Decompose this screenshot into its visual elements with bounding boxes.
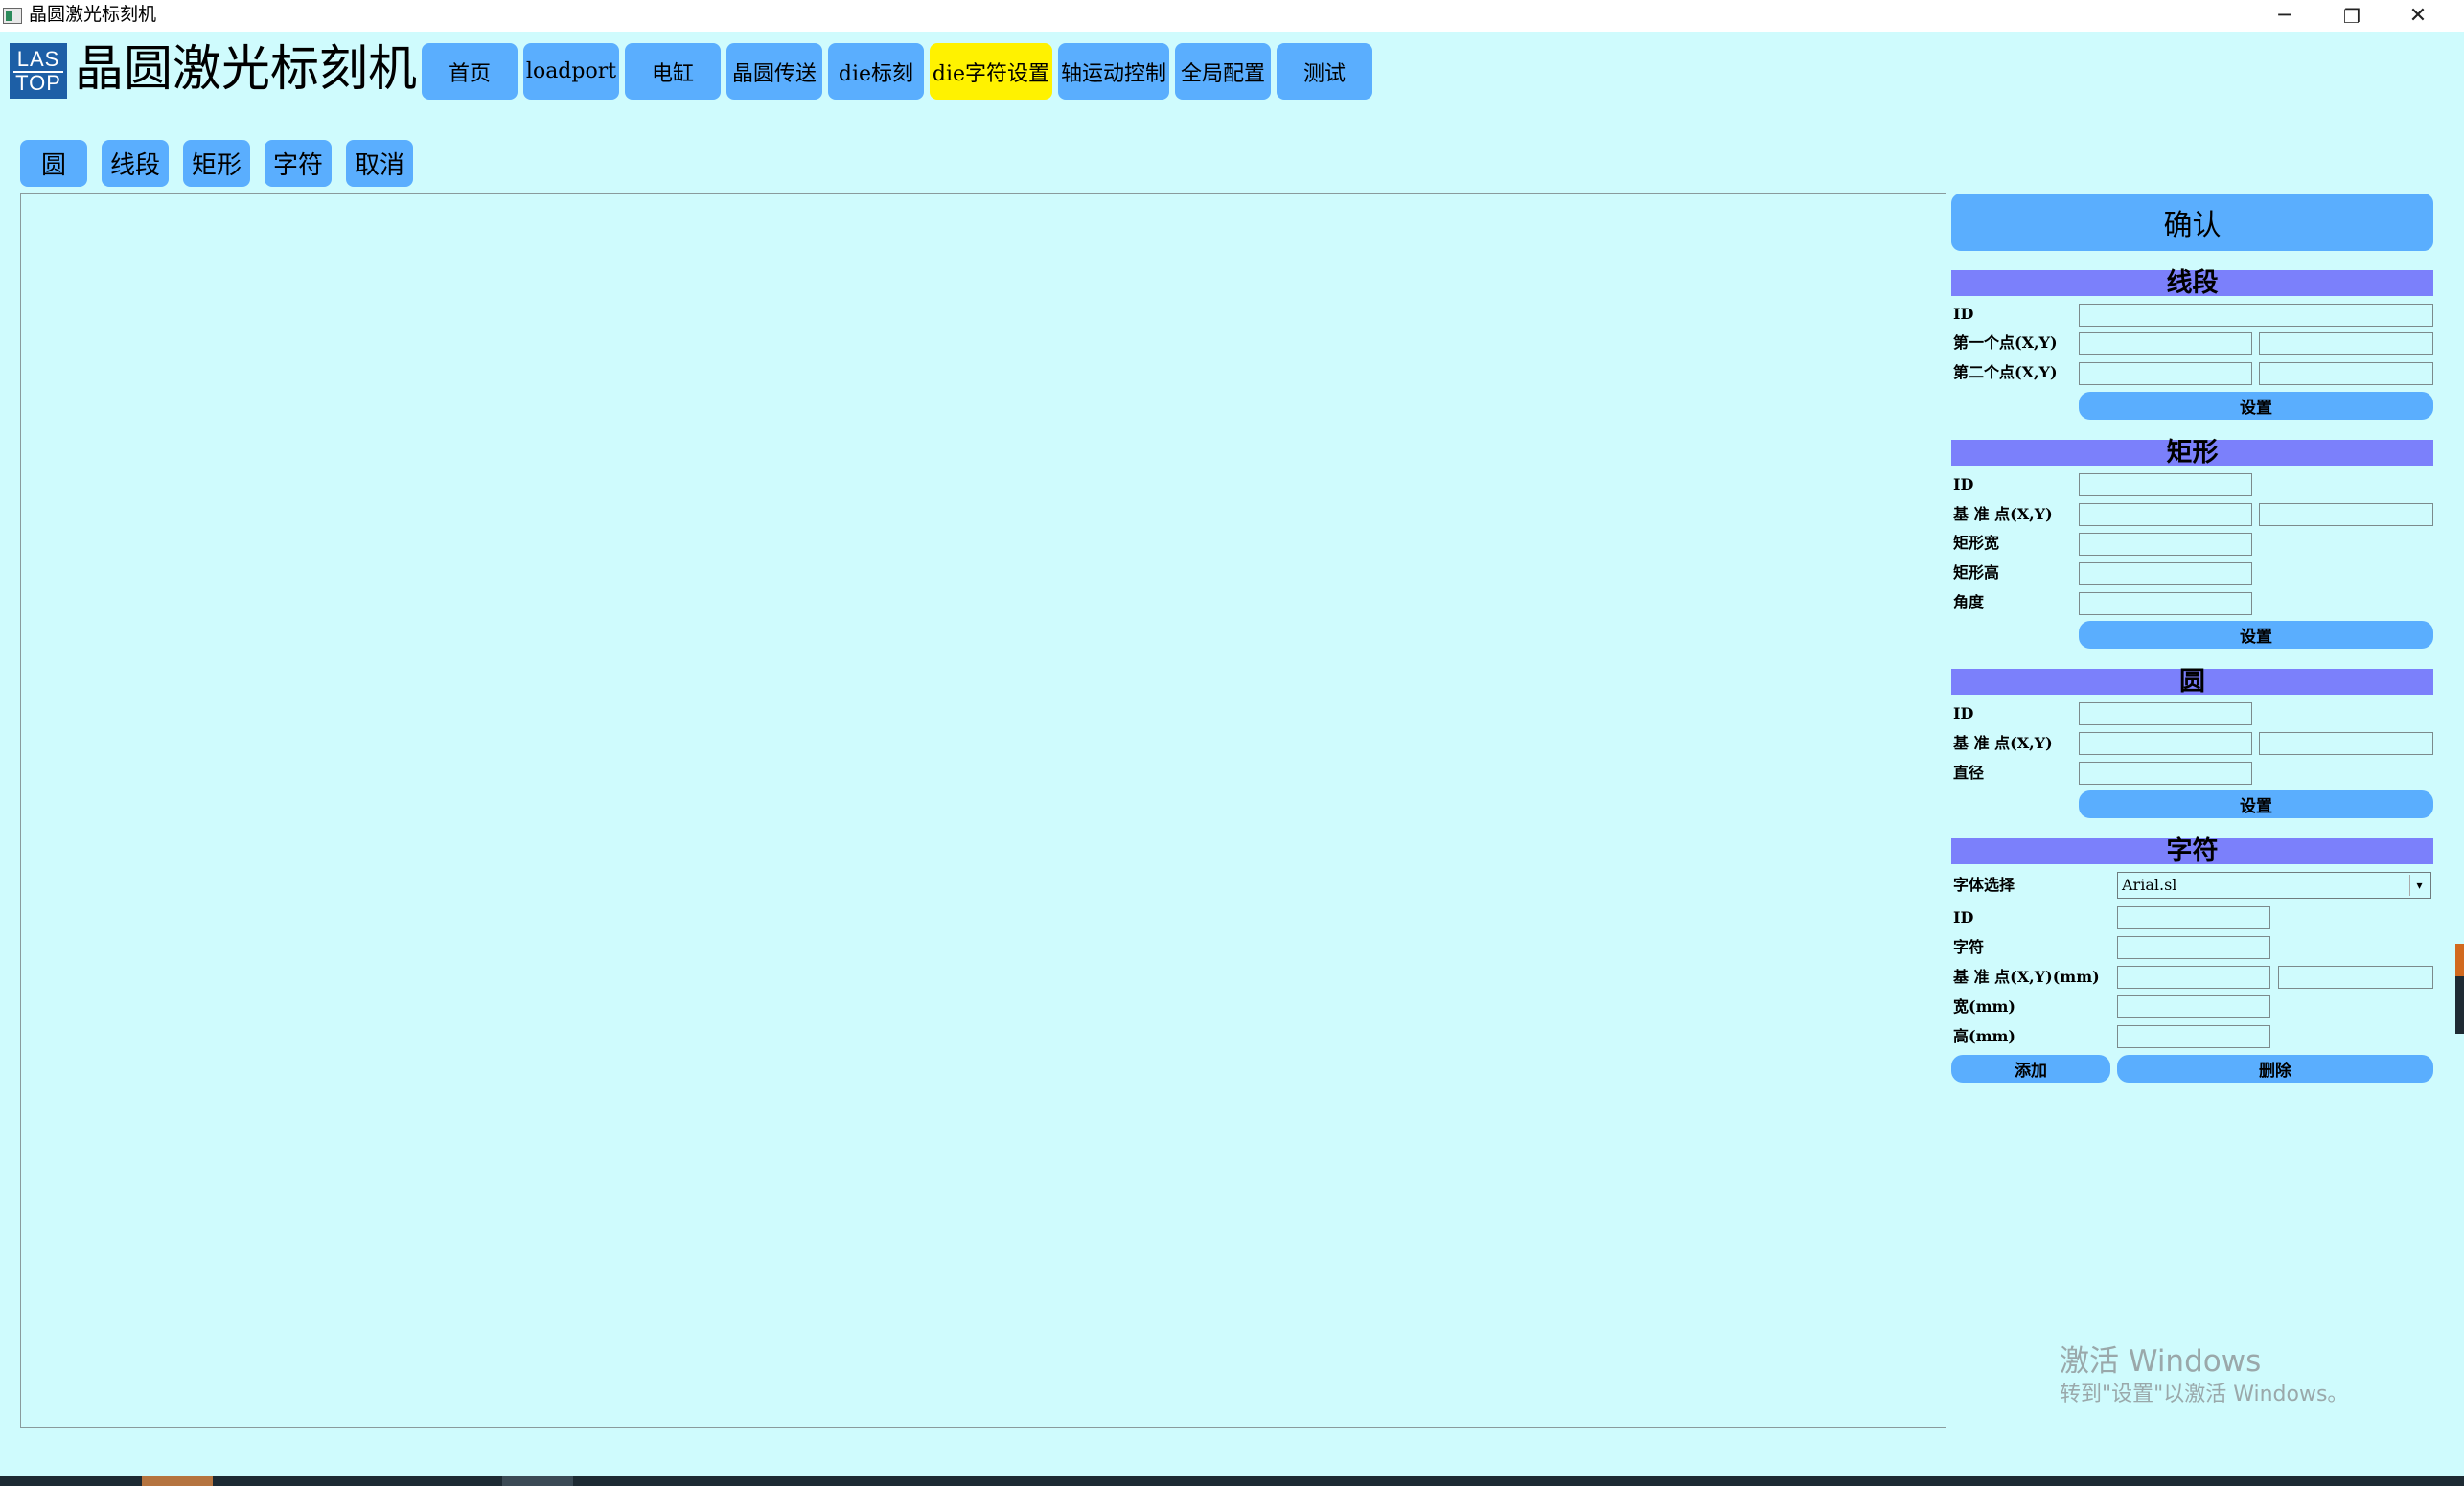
nav-wafer-transfer-button[interactable]: 晶圆传送	[726, 43, 822, 100]
activation-watermark-title: 激活 Windows	[2060, 1344, 2262, 1379]
nav-die-marking-button[interactable]: die标刻	[828, 43, 924, 100]
restore-icon[interactable]: ❐	[2318, 0, 2385, 32]
activation-watermark-subtitle: 转到"设置"以激活 Windows。	[2060, 1383, 2349, 1406]
window-title: 晶圆激光标刻机	[29, 5, 157, 25]
nav-die-char-settings-button[interactable]: die字符设置	[930, 43, 1052, 100]
char-height-label: 高(mm)	[1953, 1027, 2016, 1045]
tool-circle-button[interactable]: 圆	[20, 140, 87, 187]
nav-test-button[interactable]: 测试	[1277, 43, 1372, 100]
logo-text-top: LAS	[16, 47, 60, 71]
lastop-logo: LAS TOP	[10, 43, 67, 99]
nav-global-config-button[interactable]: 全局配置	[1175, 43, 1271, 100]
circle-set-button[interactable]: 设置	[2079, 790, 2433, 818]
circle-base-y-input[interactable]	[2259, 732, 2433, 755]
char-font-label: 字体选择	[1953, 876, 2015, 894]
line-p1-label: 第一个点(X,Y)	[1953, 333, 2058, 352]
char-height-input[interactable]	[2117, 1025, 2270, 1048]
edge-notification-strip	[2455, 944, 2464, 976]
circle-base-label: 基 准 点(X,Y)	[1953, 734, 2053, 752]
nav-cylinder-button[interactable]: 电缸	[625, 43, 721, 100]
tool-line-button[interactable]: 线段	[102, 140, 169, 187]
rect-base-x-input[interactable]	[2079, 503, 2252, 526]
line-set-button[interactable]: 设置	[2079, 392, 2433, 420]
circle-section-title: 圆	[1951, 669, 2433, 695]
close-icon[interactable]: ✕	[2384, 0, 2452, 32]
rect-section-title: 矩形	[1951, 440, 2433, 466]
line-p2-label: 第二个点(X,Y)	[1953, 363, 2058, 381]
char-delete-button[interactable]: 删除	[2117, 1055, 2433, 1083]
char-section-title: 字符	[1951, 838, 2433, 864]
char-id-label: ID	[1953, 908, 1974, 926]
taskbar-app-item[interactable]	[502, 1476, 573, 1486]
window-titlebar	[0, 0, 2464, 32]
app-window-icon	[3, 8, 22, 24]
circle-diameter-label: 直径	[1953, 764, 1985, 782]
rect-height-input[interactable]	[2079, 562, 2252, 585]
edge-dark-strip	[2455, 976, 2464, 1034]
rect-angle-label: 角度	[1953, 593, 1985, 611]
rect-height-label: 矩形高	[1953, 563, 2000, 582]
rect-base-label: 基 准 点(X,Y)	[1953, 505, 2053, 523]
char-text-input[interactable]	[2117, 936, 2270, 959]
taskbar-app-highlight[interactable]	[142, 1476, 213, 1486]
rect-set-button[interactable]: 设置	[2079, 621, 2433, 649]
char-add-button[interactable]: 添加	[1951, 1055, 2110, 1083]
tool-rect-button[interactable]: 矩形	[183, 140, 250, 187]
rect-id-label: ID	[1953, 475, 1974, 493]
char-text-label: 字符	[1953, 938, 1985, 956]
circle-id-input[interactable]	[2079, 702, 2252, 725]
char-base-x-input[interactable]	[2117, 966, 2270, 989]
char-width-input[interactable]	[2117, 995, 2270, 1018]
circle-base-x-input[interactable]	[2079, 732, 2252, 755]
logo-text-bottom: TOP	[15, 71, 61, 95]
rect-width-input[interactable]	[2079, 533, 2252, 556]
rect-base-y-input[interactable]	[2259, 503, 2433, 526]
char-base-y-input[interactable]	[2278, 966, 2433, 989]
font-select[interactable]: Arial.sl	[2117, 872, 2431, 899]
app-name: 晶圆激光标刻机	[75, 41, 418, 98]
tool-cancel-button[interactable]: 取消	[346, 140, 413, 187]
rect-id-input[interactable]	[2079, 473, 2252, 496]
rect-angle-input[interactable]	[2079, 592, 2252, 615]
circle-diameter-input[interactable]	[2079, 762, 2252, 785]
line-p1-y-input[interactable]	[2259, 332, 2433, 355]
circle-id-label: ID	[1953, 704, 1974, 722]
char-width-label: 宽(mm)	[1953, 997, 2016, 1016]
confirm-button[interactable]: 确认	[1951, 194, 2433, 251]
nav-axis-control-button[interactable]: 轴运动控制	[1058, 43, 1169, 100]
line-id-input[interactable]	[2079, 304, 2433, 327]
tool-char-button[interactable]: 字符	[265, 140, 332, 187]
rect-width-label: 矩形宽	[1953, 534, 2000, 552]
line-section-title: 线段	[1951, 270, 2433, 296]
line-p2-x-input[interactable]	[2079, 362, 2252, 385]
char-id-input[interactable]	[2117, 906, 2270, 929]
minimize-icon[interactable]: ─	[2251, 0, 2318, 32]
dropdown-arrow-icon[interactable]: ▾	[2409, 875, 2429, 896]
line-p1-x-input[interactable]	[2079, 332, 2252, 355]
nav-loadport-button[interactable]: loadport	[523, 43, 619, 100]
taskbar	[0, 1476, 2464, 1486]
drawing-canvas[interactable]	[20, 193, 1946, 1428]
line-p2-y-input[interactable]	[2259, 362, 2433, 385]
nav-home-button[interactable]: 首页	[422, 43, 518, 100]
char-base-label: 基 准 点(X,Y)(mm)	[1953, 968, 2100, 986]
line-id-label: ID	[1953, 305, 1974, 323]
